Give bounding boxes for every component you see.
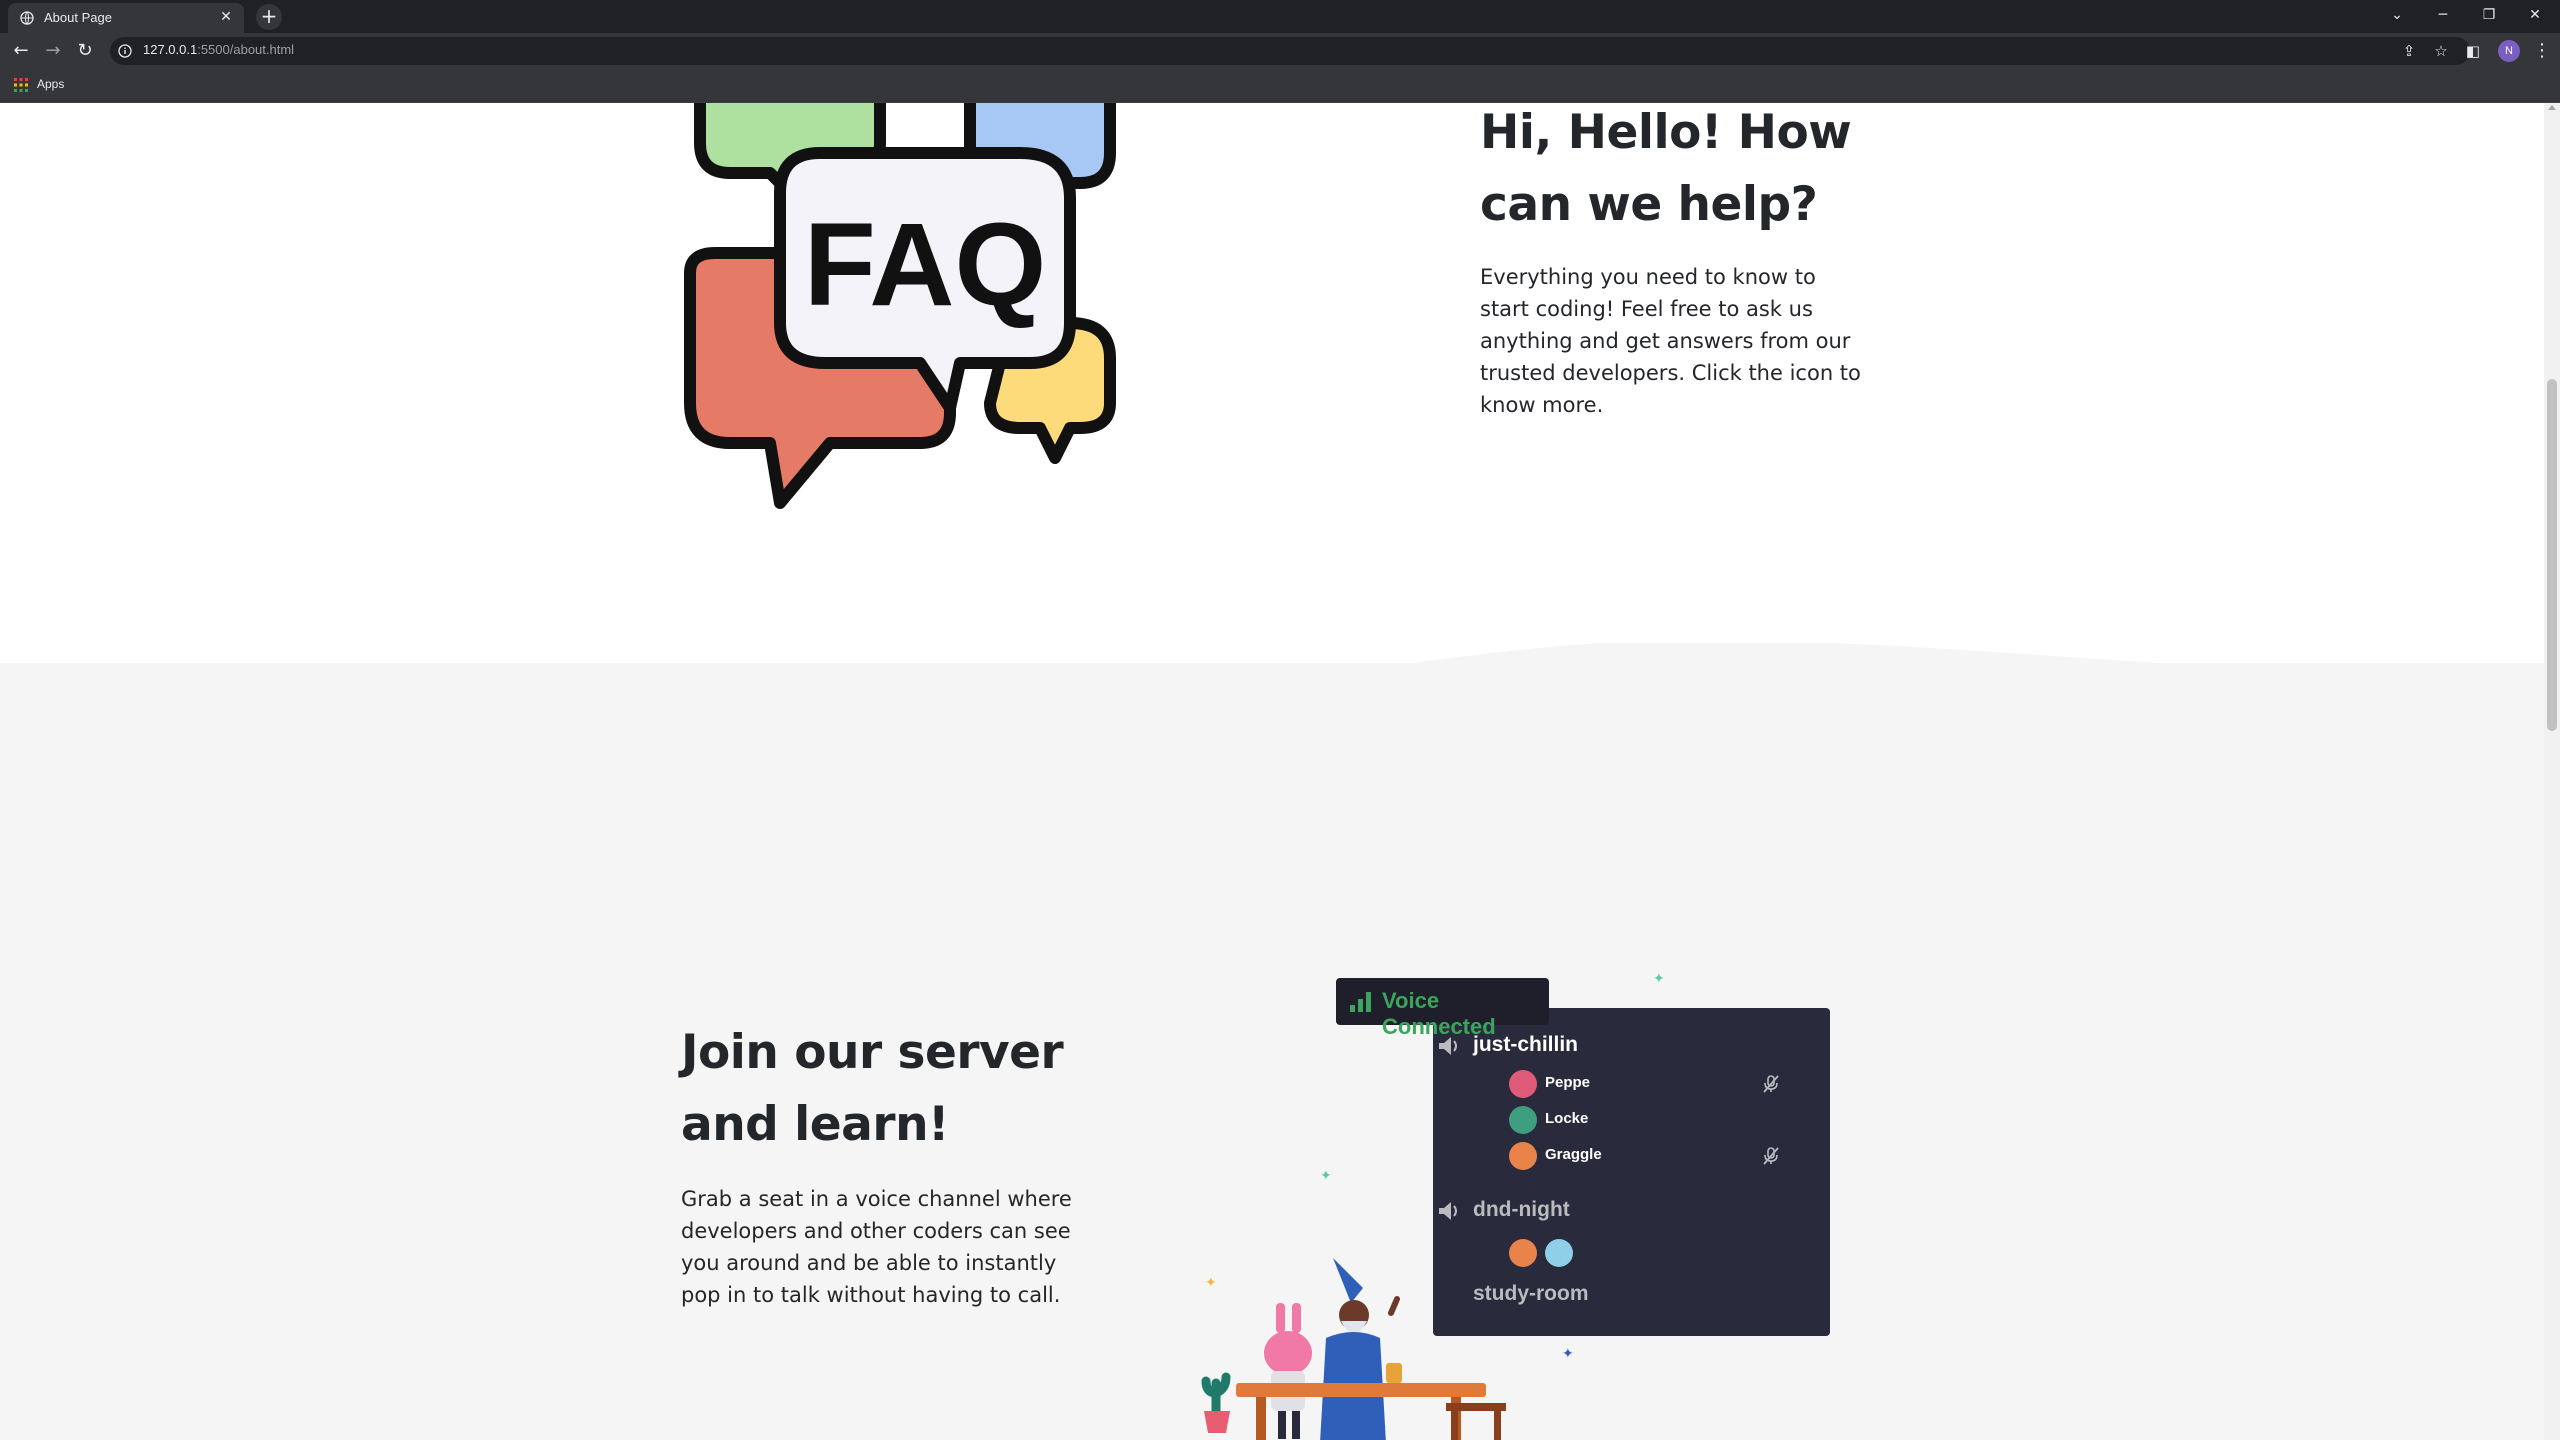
vertical-scrollbar[interactable] [2544, 103, 2560, 1440]
mic-muted-icon [1763, 1075, 1779, 1093]
close-window-button[interactable]: ✕ [2512, 0, 2558, 30]
help-paragraph: Everything you need to know to start cod… [1480, 265, 1861, 417]
profile-avatar[interactable]: N [2498, 40, 2520, 62]
reload-icon[interactable]: ↻ [73, 39, 97, 63]
url-text: 127.0.0.1:5500/about.html [143, 42, 294, 57]
new-tab-button[interactable]: + [256, 4, 282, 30]
sparkle-icon: ✦ [1562, 1346, 1574, 1362]
forward-icon[interactable]: → [41, 39, 65, 63]
sparkle-icon: ✦ [1205, 1275, 1217, 1291]
scroll-up-icon[interactable] [2548, 105, 2556, 110]
signal-bars-icon [1350, 992, 1371, 1012]
side-panel-icon[interactable]: ◧ [2464, 42, 2482, 60]
voice-connected-badge: Voice Connected [1336, 978, 1549, 1039]
voice-status-text: Voice Connected [1382, 988, 1496, 1039]
minimize-button[interactable]: ─ [2420, 0, 2466, 30]
avatar [1509, 1142, 1537, 1170]
section-wave-divider [0, 643, 2544, 763]
browser-tab[interactable]: About Page ✕ [8, 3, 244, 33]
info-icon[interactable] [118, 44, 132, 58]
help-heading: Hi, Hello! How can we help? [1480, 105, 1852, 232]
apps-bookmark[interactable]: Apps [37, 77, 64, 91]
tab-strip: About Page ✕ + ⌄ ─ ❐ ✕ [0, 0, 2560, 33]
member-name: Graggle [1545, 1146, 1602, 1163]
tab-close-icon[interactable]: ✕ [218, 9, 234, 25]
menu-icon[interactable]: ⋮ [2532, 39, 2552, 63]
apps-grid-icon[interactable] [14, 78, 28, 92]
server-paragraph: Grab a seat in a voice channel where dev… [681, 1187, 1072, 1307]
channel-dnd-night[interactable]: dnd-night [1439, 1198, 1570, 1222]
address-bar[interactable]: 127.0.0.1:5500/about.html ⇪ ☆ [110, 37, 2470, 65]
scrollbar-thumb[interactable] [2547, 379, 2557, 731]
restore-button[interactable]: ❐ [2466, 0, 2512, 30]
avatar [1509, 1106, 1537, 1134]
speaker-icon [1439, 1202, 1457, 1220]
faq-art-text: FAQ [804, 199, 1047, 331]
member-name: Locke [1545, 1110, 1589, 1127]
characters-at-table-illustration [1201, 1258, 1506, 1440]
back-icon[interactable]: ← [9, 39, 33, 63]
channel-name: dnd-night [1473, 1198, 1570, 1221]
page-viewport: FAQ Hi, Hello! How can we help? Everythi… [0, 103, 2560, 1440]
avatar [1509, 1070, 1537, 1098]
faq-illustration[interactable]: FAQ [660, 103, 1220, 523]
share-icon[interactable]: ⇪ [2400, 42, 2418, 60]
url-path: :5500/about.html [197, 42, 295, 57]
sparkle-icon: ✦ [1320, 1168, 1332, 1184]
sparkle-icon: ✦ [1653, 971, 1665, 987]
member-name: Peppe [1545, 1074, 1591, 1091]
tab-title: About Page [44, 10, 112, 25]
browser-toolbar: ← → ↻ 127.0.0.1:5500/about.html ⇪ ☆ ◧ N … [0, 33, 2560, 69]
bookmark-star-icon[interactable]: ☆ [2432, 42, 2450, 60]
avatar[interactable] [1545, 1239, 1573, 1267]
url-host: 127.0.0.1 [143, 42, 198, 57]
globe-icon [20, 11, 34, 25]
server-heading: Join our server and learn! [681, 1025, 1064, 1152]
tab-search-icon[interactable]: ⌄ [2374, 0, 2420, 30]
mic-muted-icon [1763, 1147, 1779, 1165]
bookmarks-bar: Apps [0, 69, 2560, 103]
